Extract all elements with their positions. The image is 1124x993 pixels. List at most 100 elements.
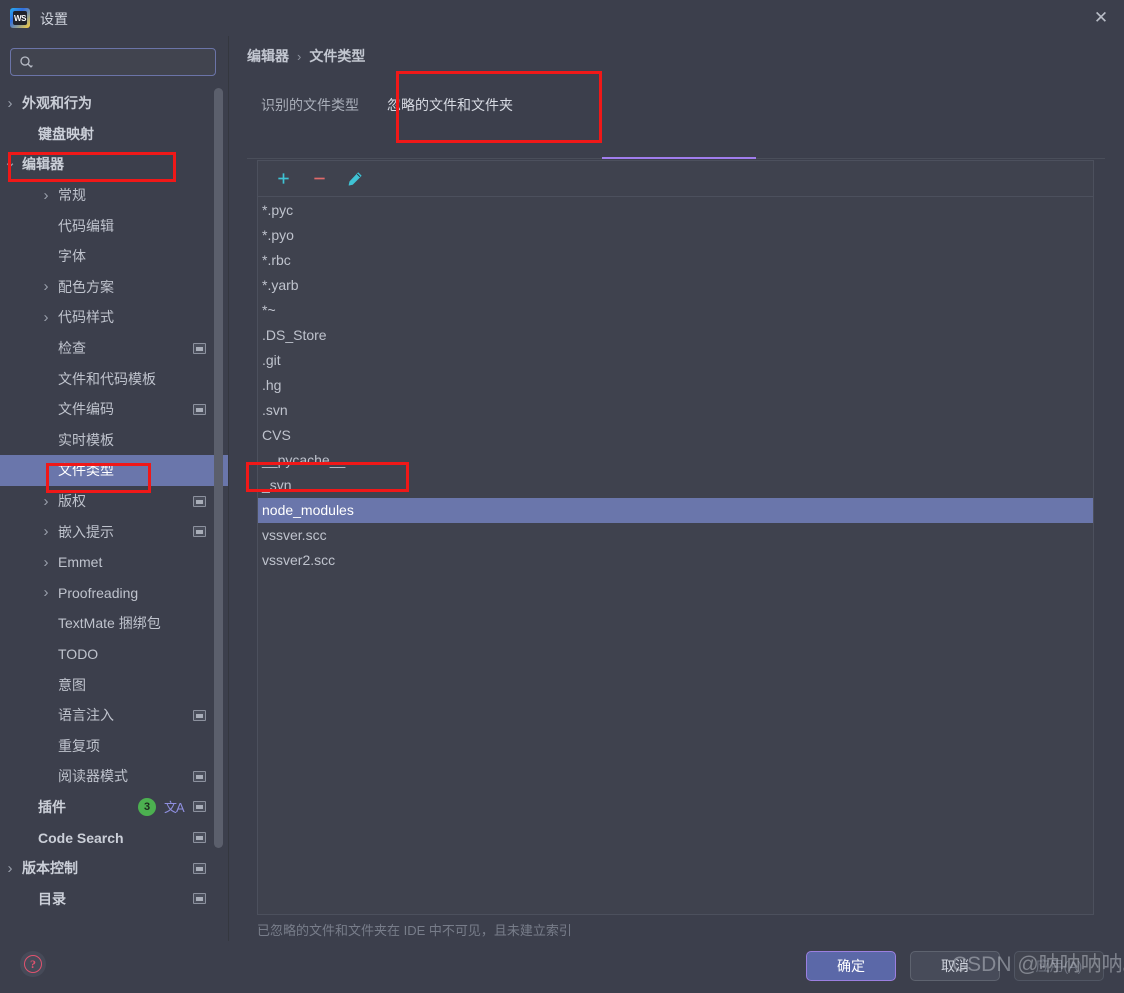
cancel-button[interactable]: 取消 (910, 951, 1000, 981)
sidebar-item-label: 版权 (58, 493, 86, 510)
chevron-right-icon[interactable]: › (40, 493, 52, 510)
list-item[interactable]: *.pyc (258, 198, 1093, 223)
add-button[interactable] (270, 166, 296, 192)
list-item[interactable]: CVS (258, 423, 1093, 448)
settings-sync-icon (193, 893, 206, 905)
search-icon (20, 56, 34, 68)
settings-dialog: WS 设置 ✕ › 外观和行为键盘映射 ⌄ 编辑器 › 常规代码编辑 字体 › 配色方案 › 代码样… (0, 0, 1124, 993)
list-item[interactable]: *~ (258, 298, 1093, 323)
tab-0[interactable]: 识别的文件类型 (247, 88, 373, 122)
sidebar-item-22[interactable]: 阅读器模式 (0, 761, 228, 792)
sidebar-item-16[interactable]: › Proofreading (0, 578, 228, 609)
chevron-right-icon[interactable]: › (40, 523, 52, 540)
sidebar-item-26[interactable]: 目录 (0, 883, 228, 914)
ok-button[interactable]: 确定 (806, 951, 896, 981)
sidebar-item-label: Code Search (38, 829, 124, 846)
chevron-right-icon: › (297, 48, 302, 64)
chevron-right-icon[interactable]: › (40, 554, 52, 571)
sidebar-item-15[interactable]: › Emmet (0, 547, 228, 578)
chevron-right-icon[interactable]: › (40, 584, 52, 601)
chevron-right-icon[interactable]: › (4, 95, 16, 112)
sidebar-item-3[interactable]: › 常规 (0, 180, 228, 211)
list-item[interactable]: __pycache__ (258, 448, 1093, 473)
chevron-right-icon[interactable]: › (40, 278, 52, 295)
list-item[interactable]: vssver2.scc (258, 548, 1093, 573)
sidebar-item-label: 实时模板 (58, 431, 114, 448)
tab-1[interactable]: 忽略的文件和文件夹 (373, 88, 527, 122)
list-item[interactable]: .DS_Store (258, 323, 1093, 348)
settings-tree: › 外观和行为键盘映射 ⌄ 编辑器 › 常规代码编辑 字体 › 配色方案 › 代码样式检查 文件和代码… (0, 88, 228, 928)
translate-icon[interactable]: 文A (164, 797, 185, 816)
remove-button[interactable] (306, 166, 332, 192)
help-button[interactable]: ? (20, 951, 46, 977)
sidebar-item-21[interactable]: 重复项 (0, 730, 228, 761)
sidebar-item-19[interactable]: 意图 (0, 669, 228, 700)
sidebar-item-label: 编辑器 (22, 156, 64, 173)
sidebar-item-17[interactable]: TextMate 捆绑包 (0, 608, 228, 639)
sidebar-item-7[interactable]: › 代码样式 (0, 302, 228, 333)
chevron-right-icon[interactable]: › (40, 309, 52, 326)
sidebar-item-label: 语言注入 (58, 707, 114, 724)
sidebar-item-2[interactable]: ⌄ 编辑器 (0, 149, 228, 180)
help-icon: ? (24, 955, 42, 973)
sidebar-item-10[interactable]: 文件编码 (0, 394, 228, 425)
sidebar-item-label: 外观和行为 (22, 95, 92, 112)
list-item[interactable]: .git (258, 348, 1093, 373)
sidebar-item-14[interactable]: › 嵌入提示 (0, 516, 228, 547)
close-icon[interactable]: ✕ (1078, 0, 1124, 36)
breadcrumb-current: 文件类型 (309, 48, 366, 64)
settings-sync-icon (193, 770, 206, 782)
tab-label: 识别的文件类型 (261, 97, 359, 113)
list-item[interactable]: _svn (258, 473, 1093, 498)
list-item[interactable]: .hg (258, 373, 1093, 398)
sidebar-item-8[interactable]: 检查 (0, 333, 228, 364)
list-item-selected[interactable]: node_modules (258, 498, 1093, 523)
title-bar: WS 设置 ✕ (0, 0, 1124, 36)
breadcrumb-parent[interactable]: 编辑器 (247, 46, 289, 66)
settings-sync-icon (193, 801, 206, 813)
list-item[interactable]: vssver.scc (258, 523, 1093, 548)
sidebar-item-label: 配色方案 (58, 278, 114, 295)
active-tab-indicator (602, 157, 756, 159)
dialog-footer: ? 确定 取消 应用(A) (0, 941, 1124, 993)
edit-button[interactable] (342, 166, 368, 192)
sidebar-item-20[interactable]: 语言注入 (0, 700, 228, 731)
sidebar-item-24[interactable]: Code Search (0, 822, 228, 853)
list-item[interactable]: *.pyo (258, 223, 1093, 248)
settings-sync-icon (193, 862, 206, 874)
search-input[interactable] (39, 52, 209, 72)
chevron-right-icon[interactable]: › (4, 860, 16, 877)
minus-icon (313, 177, 325, 180)
sidebar-item-label: 代码样式 (58, 309, 114, 326)
sidebar-item-5[interactable]: 字体 (0, 241, 228, 272)
chevron-right-icon[interactable]: › (40, 187, 52, 204)
sidebar-item-label: TextMate 捆绑包 (58, 615, 161, 632)
sidebar-scrollbar-thumb[interactable] (214, 88, 223, 848)
sidebar-item-0[interactable]: › 外观和行为 (0, 88, 228, 119)
tab-label: 忽略的文件和文件夹 (387, 97, 513, 113)
sidebar-item-6[interactable]: › 配色方案 (0, 272, 228, 303)
webstorm-icon: WS (10, 8, 30, 28)
settings-sync-icon (193, 709, 206, 721)
settings-sync-icon (193, 342, 206, 354)
sidebar-item-label: 常规 (58, 187, 86, 204)
sidebar-scrollbar-track[interactable] (214, 88, 223, 888)
sidebar-item-12[interactable]: 文件类型 (0, 455, 228, 486)
sidebar-item-label: 版本控制 (22, 860, 78, 877)
sidebar-item-13[interactable]: › 版权 (0, 486, 228, 517)
sidebar-item-4[interactable]: 代码编辑 (0, 210, 228, 241)
list-item[interactable]: *.yarb (258, 273, 1093, 298)
sidebar-item-9[interactable]: 文件和代码模板 (0, 363, 228, 394)
chevron-down-icon[interactable]: ⌄ (4, 154, 17, 171)
sidebar-item-25[interactable]: › 版本控制 (0, 853, 228, 884)
sidebar-item-23[interactable]: 插件 3 文A (0, 792, 228, 823)
sidebar-item-18[interactable]: TODO (0, 639, 228, 670)
sidebar-item-label: 文件编码 (58, 401, 114, 418)
sidebar-item-label: 意图 (58, 676, 86, 693)
list-item[interactable]: .svn (258, 398, 1093, 423)
search-box[interactable] (10, 48, 216, 76)
list-item[interactable]: *.rbc (258, 248, 1093, 273)
sidebar-item-label: Emmet (58, 554, 103, 571)
sidebar-item-1[interactable]: 键盘映射 (0, 119, 228, 150)
sidebar-item-11[interactable]: 实时模板 (0, 425, 228, 456)
